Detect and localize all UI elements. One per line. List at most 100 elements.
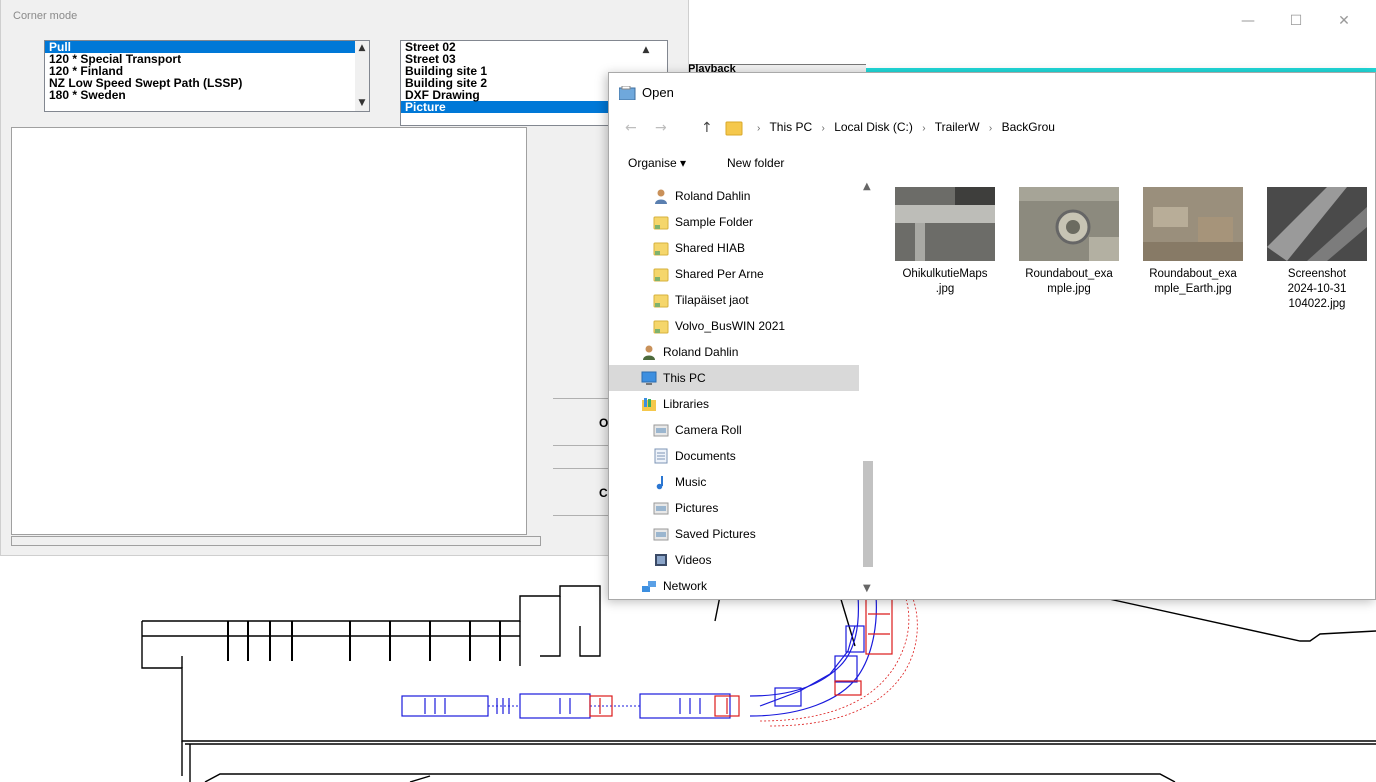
nav-item[interactable]: Shared HIAB — [609, 235, 859, 261]
breadcrumb-backgrou[interactable]: BackGrou — [1002, 120, 1055, 134]
file-name: Roundabout_exa mple.jpg — [1007, 267, 1131, 297]
documents-icon — [654, 448, 668, 464]
vehicle-listbox[interactable]: Pull 120 * Special Transport 120 * Finla… — [44, 40, 370, 112]
file-list: OhikulkutieMaps .jpg Roundabout_exa mple.jp… — [877, 179, 1375, 599]
open-file-dialog: Open ← → ↑ › This PC › Local Disk (C:) ›… — [608, 72, 1376, 600]
nav-item[interactable]: Camera Roll — [609, 417, 859, 443]
image-thumbnail — [1267, 187, 1367, 261]
breadcrumb-separator-icon: › — [821, 123, 825, 134]
image-thumbnail — [1019, 187, 1119, 261]
status-strip — [11, 536, 541, 546]
nav-item[interactable]: Network — [609, 573, 859, 599]
scroll-down-icon[interactable]: ▼ — [355, 97, 369, 109]
open-folder-icon — [619, 86, 636, 100]
back-arrow-icon[interactable]: ← — [625, 120, 637, 136]
picture-library-icon — [653, 424, 669, 437]
image-thumbnail — [895, 187, 995, 261]
nav-item-label: Videos — [675, 553, 712, 567]
vehicle-list-item[interactable]: 180 * Sweden — [45, 89, 369, 101]
nav-item[interactable]: Documents — [609, 443, 859, 469]
picture-library-icon — [653, 528, 669, 541]
nav-item[interactable]: This PC — [609, 365, 859, 391]
nav-item-label: Volvo_BusWIN 2021 — [675, 319, 786, 333]
nav-item-label: Saved Pictures — [675, 527, 756, 541]
scroll-up-icon[interactable]: ▲ — [355, 42, 369, 54]
nav-item[interactable]: Libraries — [609, 391, 859, 417]
file-item[interactable]: Roundabout_exa mple.jpg — [1007, 187, 1131, 327]
file-name-line: 2024-10-31 — [1287, 283, 1347, 295]
nav-item-label: Shared Per Arne — [675, 267, 764, 281]
nav-item[interactable]: Roland Dahlin — [609, 183, 859, 209]
nav-item[interactable]: Shared Per Arne — [609, 261, 859, 287]
file-name-line: Roundabout_exa — [1025, 268, 1113, 280]
scroll-up-icon[interactable]: ▲ — [639, 44, 653, 56]
maximize-button[interactable]: ☐ — [1274, 8, 1318, 34]
nav-item[interactable]: Roland Dahlin — [609, 339, 859, 365]
breadcrumb-separator-icon: › — [988, 123, 993, 134]
scroll-down-icon[interactable]: ▼ — [863, 583, 871, 594]
open-dialog-title: Open — [642, 85, 674, 100]
command-bar: Organise ▾ New folder — [609, 147, 1375, 177]
nav-item[interactable]: Sample Folder — [609, 209, 859, 235]
scrollbar-thumb[interactable] — [863, 461, 873, 567]
preview-panel — [11, 127, 527, 535]
nav-item-label: Libraries — [663, 397, 710, 411]
nav-item[interactable]: Videos — [609, 547, 859, 573]
dialog-title: Corner mode — [13, 10, 78, 22]
minimize-button[interactable]: — — [1226, 8, 1270, 34]
shared-folder-icon — [653, 294, 669, 308]
image-thumbnail — [1143, 187, 1243, 261]
breadcrumb-trailerw[interactable]: TrailerW — [935, 120, 980, 134]
nav-item[interactable]: Volvo_BusWIN 2021 — [609, 313, 859, 339]
breadcrumb: › This PC › Local Disk (C:) › TrailerW ›… — [751, 120, 1055, 134]
nav-item[interactable]: Pictures — [609, 495, 859, 521]
file-name-line: 104022.jpg — [1288, 298, 1346, 310]
nav-item-label: Roland Dahlin — [663, 345, 739, 359]
file-name-line: mple.jpg — [1047, 283, 1091, 295]
nav-item-label: Pictures — [675, 501, 719, 515]
picture-library-icon — [653, 502, 669, 515]
nav-item[interactable]: Saved Pictures — [609, 521, 859, 547]
address-bar[interactable]: ← → ↑ › This PC › Local Disk (C:) › Trai… — [609, 111, 1375, 147]
new-folder-button[interactable]: New folder — [727, 156, 784, 170]
user-icon — [643, 345, 655, 360]
nav-item-label: Music — [675, 475, 707, 489]
file-name: Screenshot 2024-10-31 104022.jpg — [1255, 267, 1375, 312]
shared-folder-icon — [653, 242, 669, 256]
breadcrumb-this-pc[interactable]: This PC — [769, 120, 812, 134]
shared-folder-icon — [653, 216, 669, 230]
file-item[interactable]: Roundabout_exa mple_Earth.jpg — [1131, 187, 1255, 327]
close-button[interactable]: ✕ — [1322, 8, 1366, 34]
up-arrow-icon[interactable]: ↑ — [701, 120, 713, 136]
folder-icon — [725, 121, 743, 136]
nav-item-label: Camera Roll — [675, 423, 742, 437]
nav-item[interactable]: Music — [609, 469, 859, 495]
file-name-line: .jpg — [935, 283, 955, 295]
open-dialog-titlebar: Open — [609, 73, 1375, 111]
forward-arrow-icon[interactable]: → — [655, 120, 667, 136]
nav-pane-scrollbar[interactable]: ▲ ▼ — [859, 179, 877, 599]
file-name: OhikulkutieMaps .jpg — [883, 267, 1007, 297]
nav-item-label: Documents — [675, 449, 736, 463]
nav-item[interactable]: Tilapäiset jaot — [609, 287, 859, 313]
nav-item-label: Roland Dahlin — [675, 189, 751, 203]
nav-item-label: Sample Folder — [675, 215, 754, 229]
libraries-icon — [642, 398, 656, 411]
breadcrumb-local-disk[interactable]: Local Disk (C:) — [834, 120, 913, 134]
shared-folder-icon — [653, 320, 669, 334]
shared-folder-icon — [653, 268, 669, 282]
file-item[interactable]: OhikulkutieMaps .jpg — [883, 187, 1007, 327]
app-titlebar: — ☐ ✕ — [686, 0, 1376, 42]
videos-icon — [655, 554, 667, 566]
organise-button[interactable]: Organise ▾ — [628, 156, 686, 170]
file-name: Roundabout_exa mple_Earth.jpg — [1131, 267, 1255, 297]
file-name-line: Roundabout_exa — [1149, 268, 1237, 280]
file-item[interactable]: Screenshot 2024-10-31 104022.jpg — [1255, 187, 1375, 327]
nav-item-label: This PC — [663, 371, 706, 385]
music-icon — [656, 476, 663, 490]
breadcrumb-separator-icon: › — [922, 123, 926, 134]
nav-item-label: Tilapäiset jaot — [675, 293, 749, 307]
scroll-up-icon[interactable]: ▲ — [863, 181, 871, 192]
file-name-line: OhikulkutieMaps — [902, 268, 988, 280]
navigation-pane: Roland Dahlin Sample Folder Shared HIAB Sha… — [609, 179, 877, 599]
